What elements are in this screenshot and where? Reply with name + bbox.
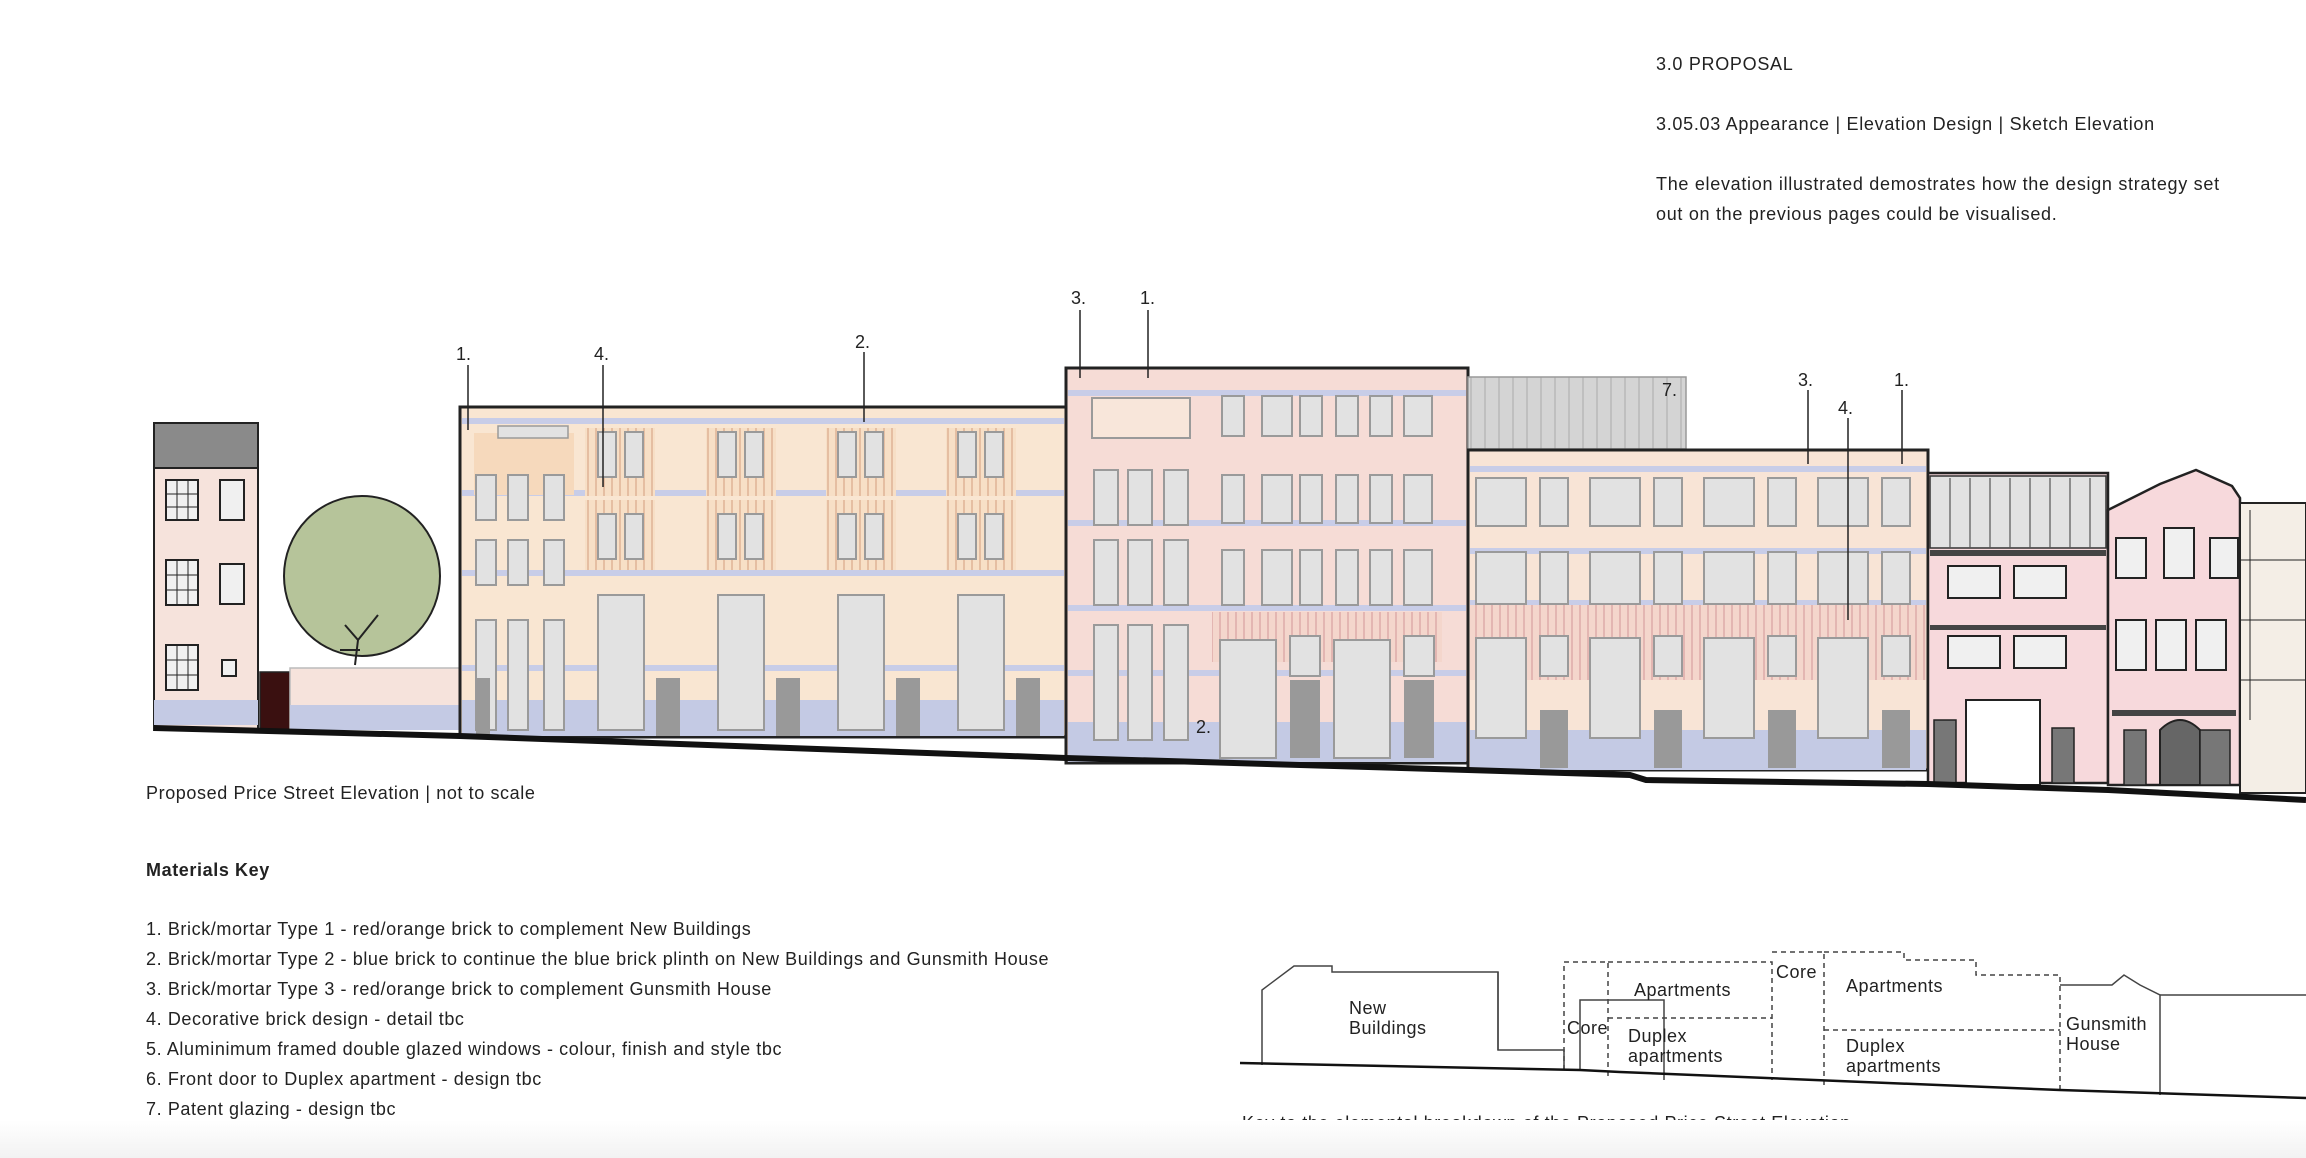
key-item-5: 5. Aluminimum framed double glazed windo… [146, 1039, 783, 1059]
callout-4b: 4. [1838, 398, 1853, 418]
callout-4a: 4. [594, 344, 609, 364]
patent-glazing-roof [1467, 376, 1687, 450]
callout-1a: 1. [456, 344, 471, 364]
left-house [153, 422, 291, 733]
new-block-pink [1064, 366, 1470, 765]
label-apartments-left: Apartments [1634, 980, 1732, 1000]
tree [283, 495, 463, 730]
key-item-2: 2. Brick/mortar Type 2 - blue brick to c… [146, 949, 1050, 969]
key-item-4: 4. Decorative brick design - detail tbc [146, 1009, 465, 1029]
callout-3b: 3. [1798, 370, 1813, 390]
key-item-6: 6. Front door to Duplex apartment - desi… [146, 1069, 542, 1089]
new-block-orange [458, 405, 1068, 739]
callout-2b: 2. [1196, 717, 1211, 737]
new-block-mixed [1466, 448, 1930, 772]
materials-key-list: 1. Brick/mortar Type 1 - red/orange bric… [146, 914, 1049, 1124]
label-duplex-right-1: Duplex [1846, 1036, 1906, 1056]
page-bottom-shade [0, 1120, 2306, 1158]
gunsmith-house [1926, 468, 2306, 794]
callout-2a: 2. [855, 332, 870, 352]
label-apartments-right: Apartments [1846, 976, 1944, 996]
callout-1b: 1. [1140, 288, 1155, 308]
label-new-buildings-2: Buildings [1349, 1018, 1427, 1038]
key-item-3: 3. Brick/mortar Type 3 - red/orange bric… [146, 979, 772, 999]
label-duplex-left-1: Duplex [1628, 1026, 1688, 1046]
elevation-caption: Proposed Price Street Elevation | not to… [146, 783, 536, 803]
key-item-1: 1. Brick/mortar Type 1 - red/orange bric… [146, 919, 752, 939]
callout-3a: 3. [1071, 288, 1086, 308]
materials-key-title: Materials Key [146, 860, 270, 880]
label-core-left: Core [1567, 1018, 1609, 1038]
label-core-right: Core [1776, 962, 1818, 982]
label-gunsmith-1: Gunsmith [2066, 1014, 2148, 1034]
label-duplex-left-2: apartments [1628, 1046, 1724, 1066]
label-duplex-right-2: apartments [1846, 1056, 1942, 1076]
callout-7: 7. [1662, 380, 1677, 400]
elevation-drawing: 1. 4. 2. 3. 1. 2. 7. 3. 4. 1. [153, 288, 2306, 803]
callout-1c: 1. [1894, 370, 1909, 390]
label-new-buildings-1: New [1349, 998, 1387, 1018]
label-gunsmith-2: House [2066, 1034, 2121, 1054]
